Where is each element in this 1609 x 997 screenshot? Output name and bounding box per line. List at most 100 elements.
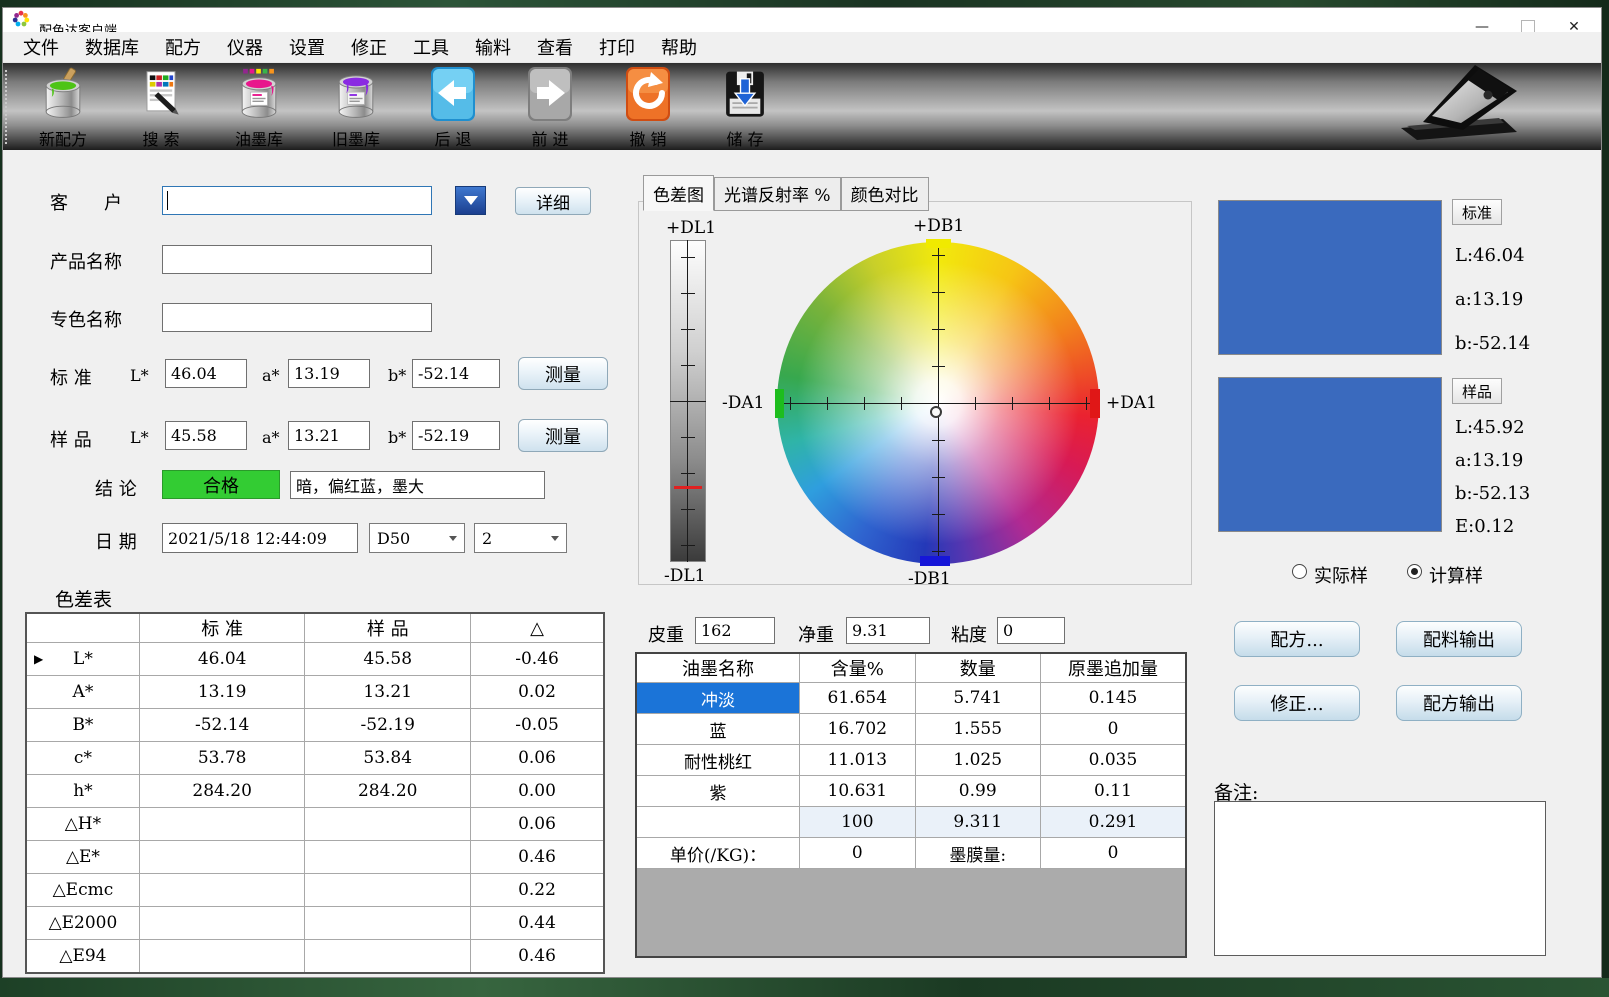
ink-quantity: 1.025	[915, 745, 1040, 776]
toolbar-old-ink-library-button[interactable]: 旧墨库	[320, 66, 392, 150]
toolbar-new-formula-button[interactable]: 新配方	[27, 66, 99, 150]
table-row[interactable]: △Ecmc 0.22	[26, 874, 604, 907]
net-weight-input[interactable]: 9.31	[846, 617, 930, 644]
measure-button-label: 测量	[545, 361, 581, 387]
ink-name-selected[interactable]: 冲淡	[636, 683, 800, 714]
ink-percent: 11.013	[800, 745, 915, 776]
toolbar-undo-button[interactable]: 撤 销	[612, 66, 684, 150]
table-row[interactable]: △E2000 0.44	[26, 907, 604, 940]
table-row[interactable]: 蓝 16.702 1.555 0	[636, 714, 1186, 745]
menu-item-correction[interactable]: 修正	[351, 34, 387, 60]
sample-a-input[interactable]: 13.21	[288, 421, 370, 450]
illuminant-select[interactable]: D50	[369, 523, 465, 553]
viscosity-input[interactable]: 0	[997, 617, 1065, 644]
table-row[interactable]: B* -52.14 -52.19 -0.05	[26, 709, 604, 742]
table-row[interactable]: 耐性桃红 11.013 1.025 0.035	[636, 745, 1186, 776]
ink-name[interactable]: 紫	[636, 776, 800, 807]
toolbar-search-button[interactable]: 搜 索	[125, 66, 197, 150]
ink-name[interactable]: 耐性桃红	[636, 745, 800, 776]
table-row[interactable]: h* 284.20 284.20 0.00	[26, 775, 604, 808]
material-output-button[interactable]: 配料输出	[1396, 621, 1522, 657]
pass-status-badge: 合格	[162, 470, 280, 499]
table-row[interactable]: 冲淡 61.654 5.741 0.145	[636, 683, 1186, 714]
forward-arrow-icon	[521, 66, 579, 124]
conclusion-comment-field[interactable]: 暗，偏红蓝，墨大	[290, 471, 545, 499]
notes-textarea[interactable]	[1214, 801, 1546, 956]
customer-dropdown-button[interactable]	[455, 186, 486, 215]
ink-name[interactable]: 蓝	[636, 714, 800, 745]
tab-color-difference[interactable]: 色差图	[643, 175, 714, 211]
paint-can-magenta-icon	[230, 66, 288, 124]
menu-item-view[interactable]: 查看	[537, 34, 573, 60]
sample-L-input[interactable]: 45.58	[165, 421, 247, 450]
param-label: △E2000	[26, 907, 139, 940]
menu-item-database[interactable]: 数据库	[85, 34, 139, 60]
formula-output-button[interactable]: 配方输出	[1396, 685, 1522, 721]
table-row[interactable]: 紫 10.631 0.99 0.11	[636, 776, 1186, 807]
net-weight-value: 9.31	[852, 621, 888, 640]
toolbar-forward-button[interactable]: 前 进	[514, 66, 586, 150]
table-row[interactable]: △H* 0.06	[26, 808, 604, 841]
date-input[interactable]: 2021/5/18 12:44:09	[162, 523, 358, 553]
table-filler-row	[636, 869, 1186, 958]
table-row[interactable]: A* 13.19 13.21 0.02	[26, 676, 604, 709]
radio-actual-sample-label[interactable]: 实际样	[1314, 562, 1368, 588]
menu-bar: 文件 数据库 配方 仪器 设置 修正 工具 输料 查看 打印 帮助	[3, 32, 1601, 62]
header-addition: 原墨追加量	[1040, 653, 1186, 683]
table-row[interactable]: c* 53.78 53.84 0.06	[26, 742, 604, 775]
radio-actual-sample[interactable]	[1292, 564, 1307, 579]
table-row[interactable]: △E* 0.46	[26, 841, 604, 874]
standard-measure-button[interactable]: 测量	[518, 357, 608, 390]
radio-calculated-sample[interactable]	[1407, 564, 1422, 579]
menu-item-formula[interactable]: 配方	[165, 34, 201, 60]
chevron-down-icon	[551, 536, 559, 541]
tab-spectral-reflectance[interactable]: 光谱反射率 %	[714, 177, 841, 211]
tab-color-compare[interactable]: 颜色对比	[841, 177, 929, 211]
smp-value	[305, 874, 471, 907]
menu-item-help[interactable]: 帮助	[661, 34, 697, 60]
measure-button-label: 测量	[545, 423, 581, 449]
correct-button[interactable]: 修正...	[1234, 685, 1360, 721]
standard-L-input[interactable]: 46.04	[165, 359, 247, 388]
radio-calculated-sample-label[interactable]: 计算样	[1429, 562, 1483, 588]
formula-button[interactable]: 配方...	[1234, 621, 1360, 657]
table-row[interactable]: ▶L* 46.04 45.58 -0.46	[26, 643, 604, 676]
toolbar-label: 搜 索	[142, 126, 179, 150]
viscosity-label: 粘度	[951, 621, 987, 647]
toolbar-back-button[interactable]: 后 退	[417, 66, 489, 150]
formula-button-label: 配方...	[1270, 626, 1323, 652]
tare-label: 皮重	[648, 621, 684, 647]
product-name-input[interactable]	[162, 245, 432, 274]
ink-film-value: 0	[1040, 838, 1186, 869]
standard-label: 标 准	[50, 364, 92, 390]
menu-item-feed[interactable]: 输料	[475, 34, 511, 60]
observer-select[interactable]: 2	[474, 523, 567, 553]
header-sample: 样 品	[305, 613, 471, 643]
toolbar-label: 撤 销	[629, 126, 666, 150]
color-chart-document-icon	[132, 66, 190, 124]
standard-a-input[interactable]: 13.19	[288, 359, 370, 388]
menu-item-settings[interactable]: 设置	[289, 34, 325, 60]
customer-input[interactable]	[162, 186, 432, 215]
menu-item-instrument[interactable]: 仪器	[227, 34, 263, 60]
toolbar-save-button[interactable]: 储 存	[709, 66, 781, 150]
sample-b-input[interactable]: -52.19	[412, 421, 500, 450]
tab-strip: 色差图 光谱反射率 % 颜色对比	[643, 175, 929, 211]
unit-price-value: 0	[800, 838, 915, 869]
sample-measure-button[interactable]: 测量	[518, 419, 608, 452]
menu-item-tools[interactable]: 工具	[413, 34, 449, 60]
smp-value	[305, 940, 471, 974]
table-row[interactable]: △E94 0.46	[26, 940, 604, 974]
conclusion-label: 结 论	[95, 475, 137, 501]
spot-color-input[interactable]	[162, 303, 432, 332]
tare-input[interactable]: 162	[695, 617, 775, 644]
sample-L-value: 45.58	[171, 426, 217, 445]
header-percent: 含量%	[800, 653, 915, 683]
menu-item-file[interactable]: 文件	[23, 34, 59, 60]
da-plus-label: +DA1	[1106, 393, 1157, 413]
detail-button[interactable]: 详细	[515, 187, 591, 215]
standard-b-input[interactable]: -52.14	[412, 359, 500, 388]
toolbar-ink-library-button[interactable]: 油墨库	[223, 66, 295, 150]
param-label: △Ecmc	[26, 874, 139, 907]
menu-item-print[interactable]: 打印	[599, 34, 635, 60]
